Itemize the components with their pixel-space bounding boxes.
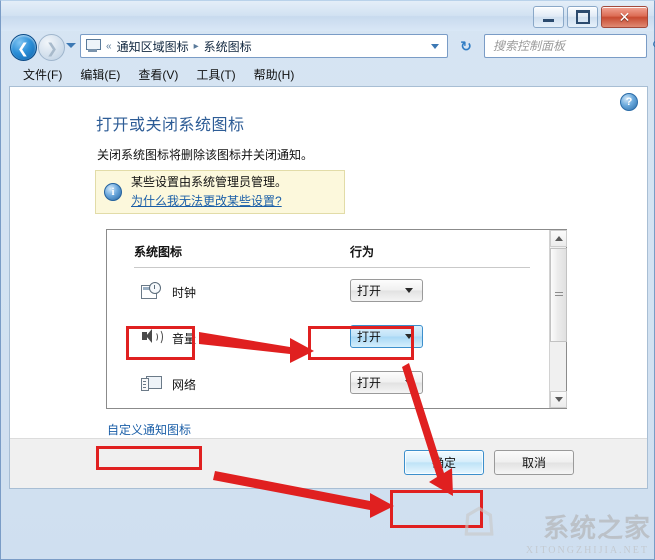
minimize-icon — [543, 18, 554, 22]
refresh-icon: ↻ — [460, 37, 472, 54]
customize-notification-icons-link[interactable]: 自定义通知图标 — [107, 421, 191, 438]
scroll-down-button[interactable] — [550, 391, 567, 408]
ok-button[interactable]: 确定 — [404, 450, 484, 475]
page-title: 打开或关闭系统图标 — [96, 117, 245, 134]
page-description: 关闭系统图标将删除该图标并关闭通知。 — [97, 148, 314, 162]
search-input[interactable] — [491, 35, 652, 57]
dialog-button-strip: 确定 取消 — [10, 438, 647, 488]
scrollbar-thumb[interactable] — [550, 248, 567, 342]
table-row: 时钟 打开 — [134, 273, 534, 313]
table-row: 网络 打开 — [134, 365, 534, 405]
admin-notice-message: 某些设置由系统管理员管理。 — [131, 175, 288, 190]
computer-icon — [85, 39, 101, 53]
info-icon: i — [104, 183, 122, 201]
menu-item-edit[interactable]: 编辑(E) — [71, 64, 129, 85]
content-pane: ? 打开或关闭系统图标 关闭系统图标将删除该图标并关闭通知。 i 某些设置由系统… — [9, 86, 648, 489]
breadcrumb-separator-1: « — [106, 40, 112, 52]
breadcrumb-bar[interactable]: « 通知区域图标 ▸ 系统图标 — [80, 34, 448, 58]
title-bar: ✕ — [1, 1, 654, 31]
vertical-scrollbar[interactable] — [549, 230, 567, 408]
control-panel-window: ✕ ❮ ❯ « 通知区域图标 ▸ 系统图标 ↻ ⚲ — [0, 0, 655, 560]
volume-icon — [141, 328, 163, 346]
close-button[interactable]: ✕ — [601, 6, 648, 28]
search-box[interactable]: ⚲ — [484, 34, 655, 58]
chevron-down-icon — [405, 380, 413, 385]
chevron-down-icon — [405, 288, 413, 293]
forward-button[interactable]: ❯ — [38, 34, 65, 61]
column-header-icon: 系统图标 — [134, 245, 183, 259]
breadcrumb-item-system-icons[interactable]: 系统图标 — [202, 38, 254, 55]
system-icons-list-inner: 系统图标 行为 时钟 打开 音量 打开 网络 打开 — [107, 230, 548, 408]
chevron-down-icon — [405, 334, 413, 339]
history-dropdown-icon[interactable] — [66, 43, 76, 48]
behavior-value-network: 打开 — [357, 376, 382, 390]
row-label-volume: 音量 — [172, 332, 197, 346]
admin-notice-box: i 某些设置由系统管理员管理。 为什么我无法更改某些设置? — [95, 170, 345, 214]
cancel-button[interactable]: 取消 — [494, 450, 574, 475]
minimize-button[interactable] — [533, 6, 564, 28]
row-label-network: 网络 — [172, 378, 197, 392]
breadcrumb-item-notification-icons[interactable]: 通知区域图标 — [115, 38, 191, 55]
menu-item-view[interactable]: 查看(V) — [129, 64, 187, 85]
admin-notice-text: 某些设置由系统管理员管理。 为什么我无法更改某些设置? — [131, 174, 287, 210]
menu-item-help[interactable]: 帮助(H) — [245, 64, 304, 85]
behavior-dropdown-volume[interactable]: 打开 — [350, 325, 423, 348]
menu-item-file[interactable]: 文件(F) — [14, 64, 71, 85]
scroll-up-button[interactable] — [550, 230, 567, 247]
breadcrumb-separator-2: ▸ — [193, 40, 199, 52]
window-controls: ✕ — [533, 6, 648, 28]
table-row: 音量 打开 — [134, 319, 534, 359]
maximize-button[interactable] — [567, 6, 598, 28]
chevron-down-icon[interactable] — [431, 44, 439, 49]
system-icons-list: 系统图标 行为 时钟 打开 音量 打开 网络 打开 — [106, 229, 567, 409]
menu-bar: 文件(F) 编辑(E) 查看(V) 工具(T) 帮助(H) — [2, 63, 654, 86]
address-bar: ❮ ❯ « 通知区域图标 ▸ 系统图标 ↻ ⚲ — [2, 31, 655, 63]
row-label-clock: 时钟 — [172, 286, 197, 300]
behavior-value-clock: 打开 — [357, 284, 382, 298]
list-header: 系统图标 行为 — [134, 243, 530, 268]
back-arrow-icon: ❮ — [17, 39, 29, 56]
close-icon: ✕ — [618, 9, 631, 25]
behavior-dropdown-network[interactable]: 打开 — [350, 371, 423, 394]
refresh-button[interactable]: ↻ — [454, 34, 478, 58]
back-button[interactable]: ❮ — [10, 34, 37, 61]
column-header-behavior: 行为 — [350, 245, 375, 259]
menu-item-tools[interactable]: 工具(T) — [187, 64, 244, 85]
behavior-value-volume: 打开 — [357, 330, 382, 344]
maximize-icon — [575, 10, 590, 24]
clock-icon — [141, 282, 161, 300]
forward-arrow-icon: ❯ — [46, 39, 58, 56]
behavior-dropdown-clock[interactable]: 打开 — [350, 279, 423, 302]
help-icon[interactable]: ? — [620, 93, 638, 111]
network-icon — [141, 374, 162, 392]
admin-notice-link[interactable]: 为什么我无法更改某些设置? — [131, 193, 282, 210]
